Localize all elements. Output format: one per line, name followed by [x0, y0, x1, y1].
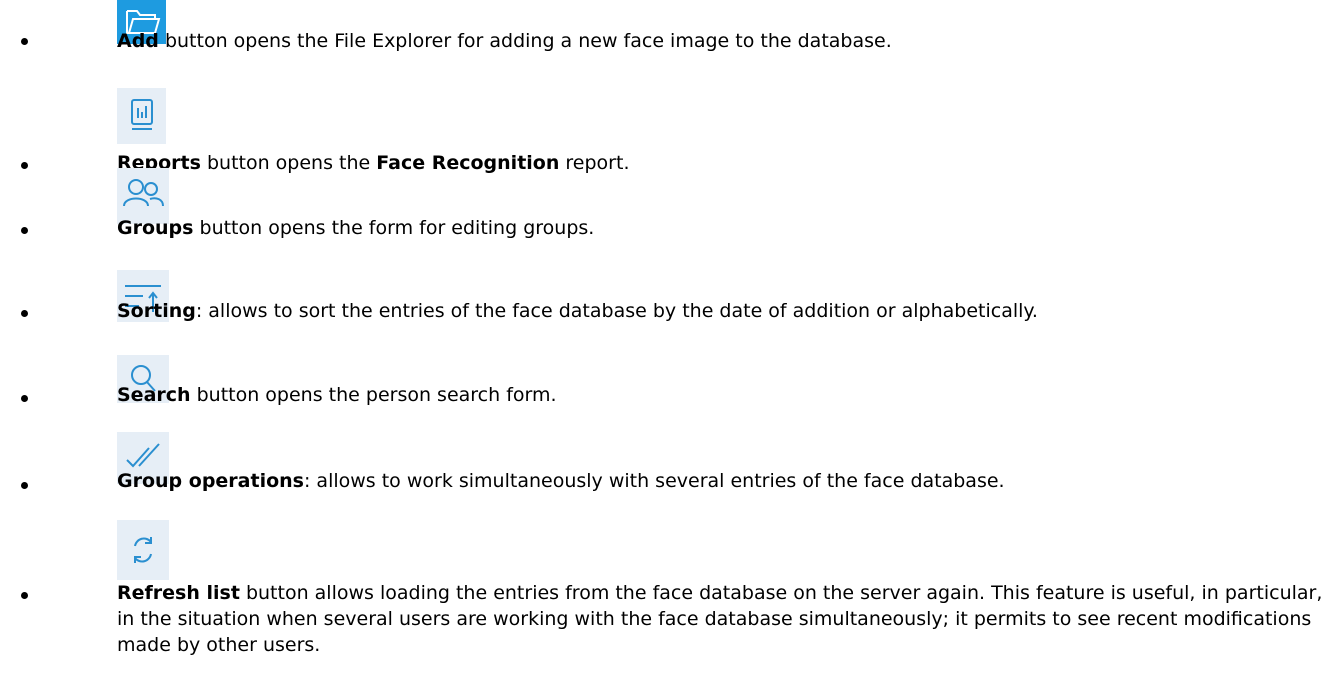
item-label: Groups — [117, 217, 194, 239]
item-label: Add — [117, 30, 159, 52]
list-item-search: Search button opens the person search fo… — [0, 355, 1339, 435]
item-description: : allows to work simultaneously with sev… — [303, 470, 1005, 492]
item-description: button opens the File Explorer for addin… — [158, 30, 892, 52]
list-item-refresh: Refresh list button allows loading the e… — [0, 520, 1339, 691]
item-text: Groups button opens the form for editing… — [117, 215, 1329, 241]
item-text: Sorting: allows to sort the entries of t… — [117, 298, 1329, 324]
list-item-group-operations: Group operations: allows to work simulta… — [0, 432, 1339, 512]
item-text: Search button opens the person search fo… — [117, 382, 1329, 408]
refresh-icon — [117, 520, 169, 580]
item-text: Add button opens the File Explorer for a… — [117, 28, 1329, 54]
item-label: Search — [117, 384, 191, 406]
item-description: button allows loading the entries from t… — [117, 582, 1323, 656]
item-text: Refresh list button allows loading the e… — [117, 580, 1329, 658]
item-label: Group operations — [117, 470, 304, 492]
list-item-add: Add button opens the File Explorer for a… — [0, 0, 1339, 80]
item-description: button opens the person search form. — [190, 384, 557, 406]
bullet — [21, 482, 28, 489]
list-item-reports: Reports button opens the Face Recognitio… — [0, 80, 1339, 174]
item-description: : allows to sort the entries of the face… — [195, 300, 1038, 322]
item-label: Sorting — [117, 300, 196, 322]
bullet — [21, 395, 28, 402]
report-icon — [117, 88, 166, 144]
bullet — [21, 38, 28, 45]
bullet — [21, 592, 28, 599]
bullet — [21, 310, 28, 317]
item-label: Refresh list — [117, 582, 240, 604]
item-description: button opens the form for editing groups… — [193, 217, 595, 239]
list-item-groups: Groups button opens the form for editing… — [0, 168, 1339, 248]
item-text: Group operations: allows to work simulta… — [117, 468, 1329, 494]
list-item-sorting: Sorting: allows to sort the entries of t… — [0, 270, 1339, 350]
bullet — [21, 227, 28, 234]
